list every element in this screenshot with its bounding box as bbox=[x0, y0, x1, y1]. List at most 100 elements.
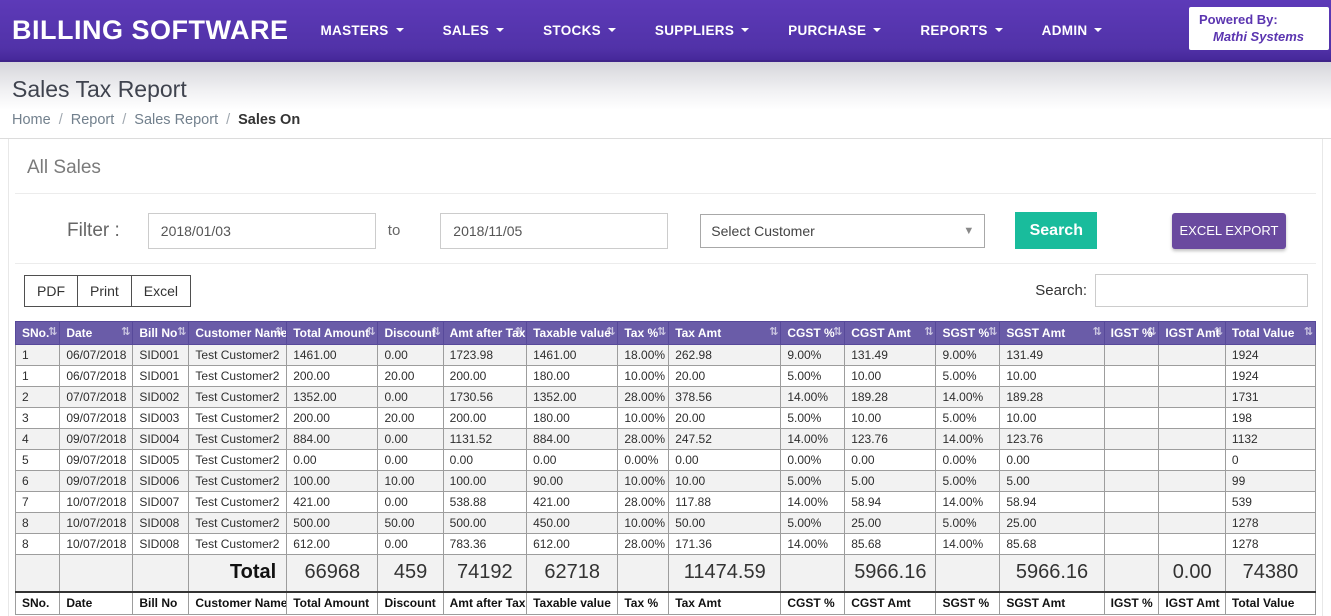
table-toolbar: PDFPrintExcel Search: bbox=[15, 274, 1316, 307]
nav-item-admin[interactable]: ADMIN bbox=[1042, 23, 1103, 38]
breadcrumb-item-home[interactable]: Home bbox=[12, 112, 51, 128]
table-cell: 58.94 bbox=[845, 492, 936, 513]
table-search: Search: bbox=[1035, 274, 1308, 307]
column-header-cgst[interactable]: CGST %⇅ bbox=[781, 322, 845, 345]
table-cell: 1461.00 bbox=[527, 345, 618, 366]
table-cell: 90.00 bbox=[527, 471, 618, 492]
total-row: Total66968459741926271811474.595966.1659… bbox=[16, 555, 1316, 592]
nav-item-reports[interactable]: REPORTS bbox=[920, 23, 1002, 38]
excel-export-button[interactable]: Excel bbox=[131, 275, 191, 307]
section-heading: All Sales bbox=[27, 157, 1316, 179]
breadcrumb-separator: / bbox=[226, 112, 230, 128]
table-row: 207/07/2018SID002Test Customer21352.000.… bbox=[16, 387, 1316, 408]
footer-cell-date: Date bbox=[60, 592, 133, 615]
table-cell bbox=[1104, 534, 1159, 555]
column-header-date[interactable]: Date⇅ bbox=[60, 322, 133, 345]
column-header-igst[interactable]: IGST %⇅ bbox=[1104, 322, 1159, 345]
app-logo[interactable]: BILLING SOFTWARE bbox=[12, 15, 288, 46]
table-cell: 10.00% bbox=[618, 471, 669, 492]
sort-updown-icon: ⇅ bbox=[48, 326, 57, 337]
total-cell: 74380 bbox=[1225, 555, 1315, 592]
footer-cell-sgst: SGST % bbox=[936, 592, 1000, 615]
nav-item-purchase[interactable]: PURCHASE bbox=[788, 23, 881, 38]
breadcrumb-item-sales-report[interactable]: Sales Report bbox=[134, 112, 218, 128]
table-cell: 612.00 bbox=[287, 534, 378, 555]
nav-item-label: MASTERS bbox=[320, 23, 388, 38]
column-header-tax[interactable]: Tax %⇅ bbox=[618, 322, 669, 345]
footer-cell-cgst-amt: CGST Amt bbox=[845, 592, 936, 615]
column-header-label: CGST Amt bbox=[851, 326, 911, 340]
table-cell: 1 bbox=[16, 366, 60, 387]
column-header-tax-amt[interactable]: Tax Amt⇅ bbox=[669, 322, 781, 345]
table-search-label: Search: bbox=[1035, 282, 1087, 299]
column-header-cgst-amt[interactable]: CGST Amt ⇅ bbox=[845, 322, 936, 345]
column-header-discount[interactable]: Discount⇅ bbox=[378, 322, 443, 345]
table-cell: 200.00 bbox=[287, 366, 378, 387]
table-cell: 131.49 bbox=[1000, 345, 1104, 366]
column-header-label: Taxable value bbox=[533, 326, 611, 340]
column-header-sgst[interactable]: SGST %⇅ bbox=[936, 322, 1000, 345]
column-header-total-amount[interactable]: Total Amount⇅ bbox=[287, 322, 378, 345]
table-cell: 5.00 bbox=[1000, 471, 1104, 492]
total-cell: 0.00 bbox=[1159, 555, 1226, 592]
nav-item-stocks[interactable]: STOCKS bbox=[543, 23, 616, 38]
table-cell: SID008 bbox=[133, 513, 189, 534]
table-search-input[interactable] bbox=[1095, 274, 1308, 307]
chevron-down-icon bbox=[496, 28, 504, 32]
table-cell: 0.00 bbox=[378, 492, 443, 513]
sort-updown-icon: ⇅ bbox=[924, 326, 933, 337]
table-cell: 5.00 bbox=[845, 471, 936, 492]
column-header-amt-after-tax[interactable]: Amt after Tax⇅ bbox=[443, 322, 526, 345]
print-export-button[interactable]: Print bbox=[77, 275, 132, 307]
date-to-input[interactable] bbox=[440, 213, 668, 249]
table-cell: 5.00% bbox=[936, 471, 1000, 492]
breadcrumb-item-report[interactable]: Report bbox=[71, 112, 115, 128]
column-header-taxable-value[interactable]: Taxable value⇅ bbox=[527, 322, 618, 345]
nav-item-masters[interactable]: MASTERS bbox=[320, 23, 403, 38]
excel-export-button[interactable]: EXCEL EXPORT bbox=[1172, 213, 1286, 249]
column-header-igst-amt[interactable]: IGST Amt⇅ bbox=[1159, 322, 1226, 345]
table-cell bbox=[1159, 366, 1226, 387]
total-cell: 66968 bbox=[287, 555, 378, 592]
sort-updown-icon: ⇅ bbox=[275, 326, 284, 337]
nav-item-suppliers[interactable]: SUPPLIERS bbox=[655, 23, 749, 38]
table-cell: 50.00 bbox=[669, 513, 781, 534]
table-cell: 1132 bbox=[1225, 429, 1315, 450]
nav-item-sales[interactable]: SALES bbox=[443, 23, 505, 38]
to-label: to bbox=[388, 222, 401, 239]
nav-item-label: STOCKS bbox=[543, 23, 601, 38]
footer-row: SNo.DateBill NoCustomer NameTotal Amount… bbox=[16, 592, 1316, 615]
column-header-label: Date bbox=[66, 326, 92, 340]
column-header-label: Customer Name bbox=[195, 326, 286, 340]
date-from-input[interactable] bbox=[148, 213, 376, 249]
table-row: 509/07/2018SID005Test Customer20.000.000… bbox=[16, 450, 1316, 471]
table-cell: 14.00% bbox=[936, 492, 1000, 513]
column-header-sgst-amt[interactable]: SGST Amt⇅ bbox=[1000, 322, 1104, 345]
total-cell: 74192 bbox=[443, 555, 526, 592]
column-header-label: Bill No bbox=[139, 326, 177, 340]
table-cell: 28.00% bbox=[618, 387, 669, 408]
column-header-customer-name[interactable]: Customer Name⇅ bbox=[189, 322, 287, 345]
column-header-bill-no[interactable]: Bill No⇅ bbox=[133, 322, 189, 345]
footer-cell-cgst: CGST % bbox=[781, 592, 845, 615]
table-cell: 500.00 bbox=[443, 513, 526, 534]
table-cell: Test Customer2 bbox=[189, 387, 287, 408]
table-head: SNo.⇅Date⇅Bill No⇅Customer Name⇅Total Am… bbox=[16, 322, 1316, 345]
table-cell: 100.00 bbox=[443, 471, 526, 492]
customer-select[interactable]: Select Customer ▼ bbox=[700, 214, 985, 248]
table-cell: 5.00% bbox=[781, 471, 845, 492]
table-cell: 421.00 bbox=[527, 492, 618, 513]
pdf-export-button[interactable]: PDF bbox=[24, 275, 78, 307]
column-header-sno[interactable]: SNo.⇅ bbox=[16, 322, 60, 345]
table-cell: 10.00 bbox=[1000, 408, 1104, 429]
sort-updown-icon: ⇅ bbox=[657, 326, 666, 337]
table-cell: SID006 bbox=[133, 471, 189, 492]
table-cell: 0.00 bbox=[669, 450, 781, 471]
total-cell bbox=[781, 555, 845, 592]
table-cell: 5.00% bbox=[936, 513, 1000, 534]
column-header-label: SGST Amt bbox=[1006, 326, 1065, 340]
table-cell: 1461.00 bbox=[287, 345, 378, 366]
column-header-total-value[interactable]: Total Value⇅ bbox=[1225, 322, 1315, 345]
footer-cell-total-amount: Total Amount bbox=[287, 592, 378, 615]
search-button[interactable]: Search bbox=[1015, 212, 1097, 249]
